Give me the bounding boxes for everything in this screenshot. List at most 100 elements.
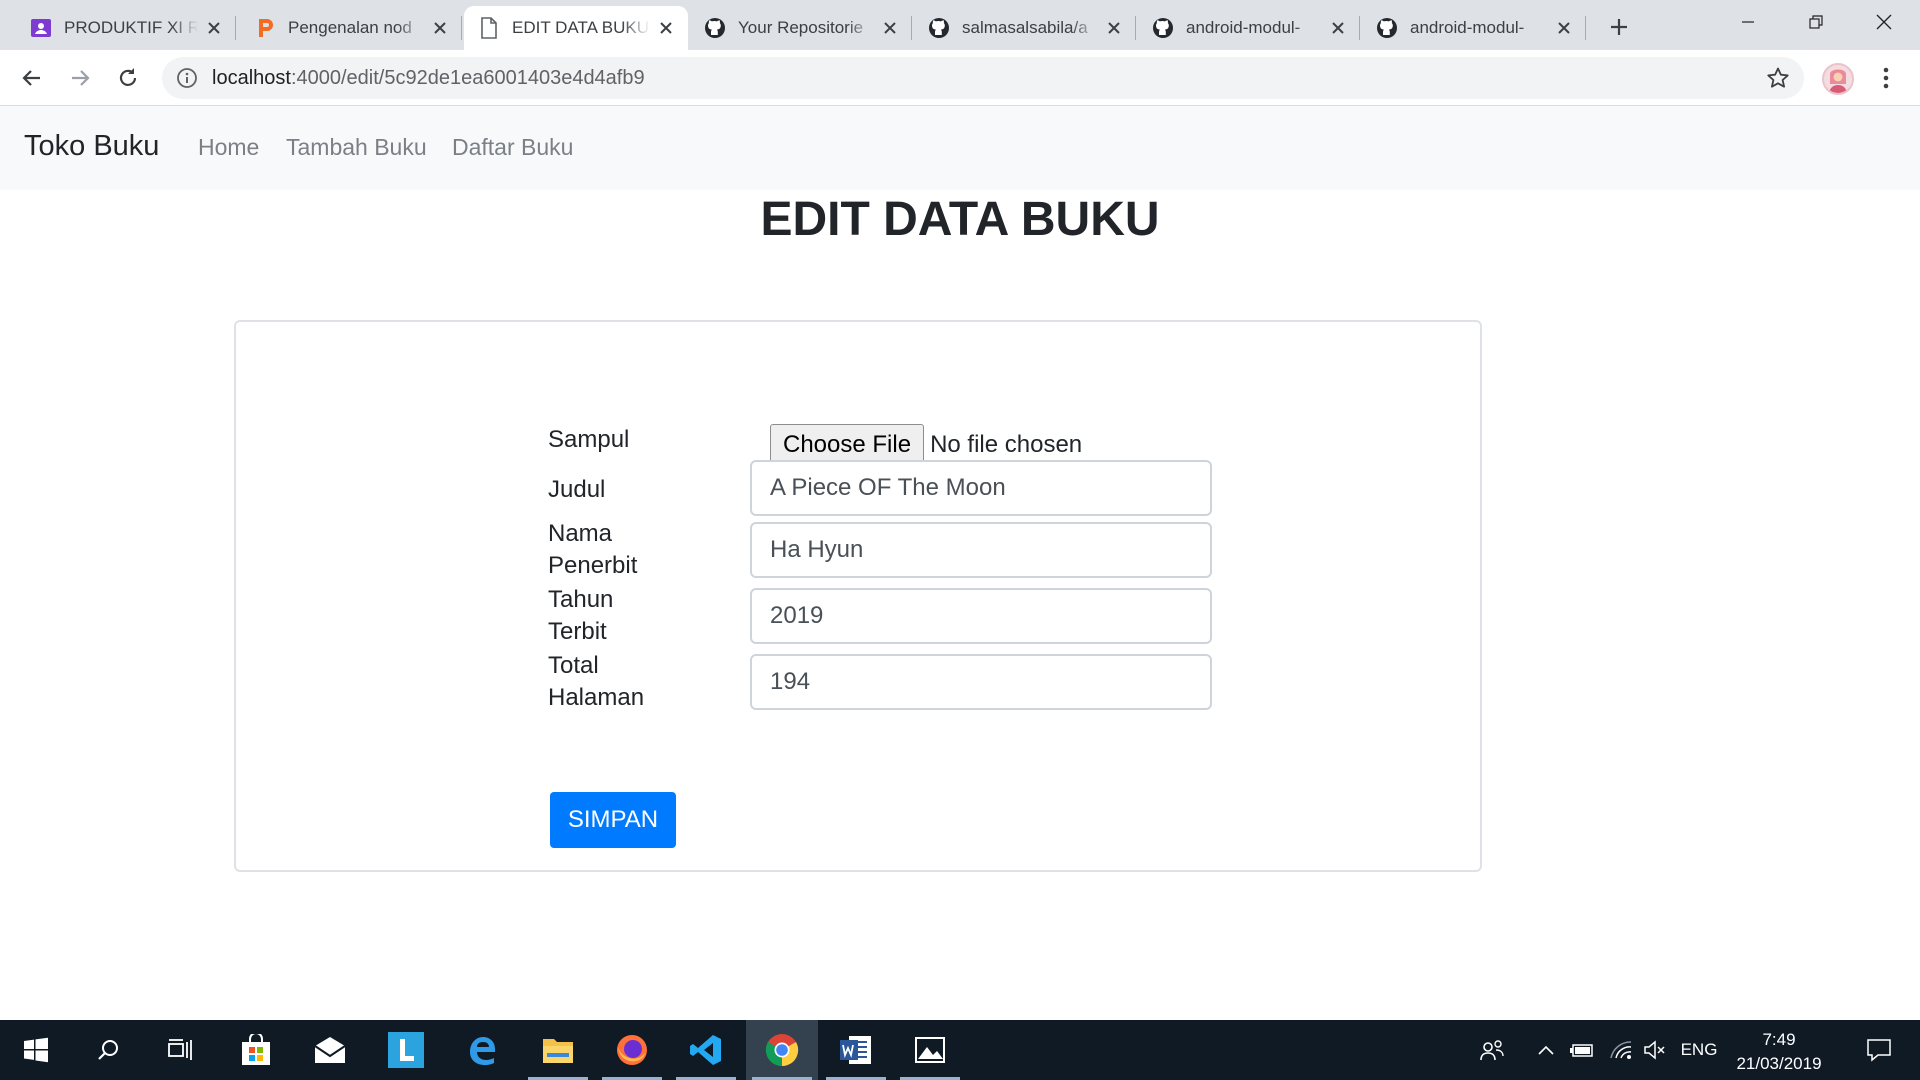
store-icon (242, 1034, 270, 1065)
github-icon (704, 17, 726, 39)
firefox-app[interactable] (596, 1020, 668, 1080)
firefox-icon (617, 1035, 647, 1065)
judul-label: Judul (548, 476, 606, 503)
more-vertical-icon (1883, 67, 1889, 89)
tab-title: EDIT DATA BUKU (512, 18, 649, 37)
plus-icon (1611, 19, 1627, 35)
arrow-right-icon (72, 70, 90, 86)
close-tab-icon[interactable] (656, 18, 676, 38)
store-app[interactable] (220, 1020, 292, 1080)
new-tab-button[interactable] (1604, 12, 1634, 42)
tab-pengenalan[interactable]: Pengenalan nod (240, 6, 462, 50)
battery-icon (1570, 1044, 1593, 1057)
l-app[interactable] (370, 1020, 442, 1080)
url-path: :4000/edit/5c92de1ea6001403e4d4afb9 (290, 67, 645, 89)
tab-salmasalsabila[interactable]: salmasalsabila/a (914, 6, 1136, 50)
judul-input[interactable]: A Piece OF The Moon (750, 460, 1212, 516)
vscode-app[interactable] (670, 1020, 742, 1080)
github-icon (1376, 17, 1398, 39)
edge-icon (470, 1037, 495, 1065)
system-clock[interactable]: 7:49 21/03/2019 (1724, 1028, 1834, 1076)
wifi-button[interactable] (1606, 1020, 1636, 1080)
brand-link[interactable]: Toko Buku (24, 130, 159, 163)
tab-title: Your Repositorie (738, 18, 864, 37)
tab-separator (911, 16, 912, 40)
browser-toolbar: localhost:4000/edit/5c92de1ea6001403e4d4… (0, 50, 1920, 106)
photos-app[interactable] (894, 1020, 966, 1080)
tab-separator (1585, 16, 1586, 40)
reload-button[interactable] (112, 62, 144, 94)
address-bar[interactable]: localhost:4000/edit/5c92de1ea6001403e4d4… (162, 57, 1804, 99)
nav-link-tambah-buku[interactable]: Tambah Buku (286, 134, 427, 161)
penerbit-label-line2: Penerbit (548, 552, 638, 579)
volume-muted-icon (1644, 1040, 1665, 1060)
tab-your-repositories[interactable]: Your Repositorie (690, 6, 912, 50)
forward-button[interactable] (64, 62, 96, 94)
tab-separator (1359, 16, 1360, 40)
github-icon (1152, 17, 1174, 39)
tab-separator (1135, 16, 1136, 40)
minimize-icon (1742, 21, 1754, 23)
tab-produktif[interactable]: PRODUKTIF XI R (16, 6, 236, 50)
search-icon (98, 1040, 118, 1060)
volume-button[interactable] (1640, 1020, 1670, 1080)
vscode-icon (690, 1035, 721, 1065)
restore-button[interactable] (1784, 0, 1848, 44)
mail-app[interactable] (294, 1020, 366, 1080)
close-tab-icon[interactable] (430, 18, 450, 38)
file-explorer-app[interactable] (522, 1020, 594, 1080)
close-tab-icon[interactable] (204, 18, 224, 38)
close-window-button[interactable] (1852, 0, 1916, 44)
tab-title: salmasalsabila/a (962, 18, 1088, 37)
edge-app[interactable] (446, 1020, 518, 1080)
halaman-label-line1: Total (548, 652, 599, 679)
page-title: EDIT DATA BUKU (760, 193, 1160, 246)
start-button[interactable] (0, 1020, 72, 1080)
task-view-icon (168, 1039, 192, 1060)
github-icon (928, 17, 950, 39)
task-view-button[interactable] (144, 1020, 216, 1080)
nav-link-home[interactable]: Home (198, 134, 259, 161)
back-button[interactable] (16, 62, 48, 94)
tab-title: Pengenalan nod (288, 18, 412, 37)
edit-form-card: Sampul Choose File No file chosen Judul … (234, 320, 1482, 872)
chevron-up-icon (1538, 1045, 1554, 1055)
tab-separator (461, 16, 462, 40)
menu-button[interactable] (1874, 64, 1898, 92)
close-tab-icon[interactable] (880, 18, 900, 38)
halaman-input[interactable]: 194 (750, 654, 1212, 710)
classroom-icon (30, 17, 52, 39)
halaman-label-line2: Halaman (548, 684, 645, 711)
show-hidden-icons-button[interactable] (1532, 1020, 1560, 1080)
nav-link-daftar-buku[interactable]: Daftar Buku (452, 134, 573, 161)
profile-avatar[interactable] (1822, 63, 1854, 95)
clock-time: 7:49 (1762, 1030, 1796, 1049)
action-center-button[interactable] (1854, 1020, 1904, 1080)
word-app[interactable] (820, 1020, 892, 1080)
document-icon (478, 17, 500, 39)
avatar-icon (1829, 69, 1847, 93)
minimize-button[interactable] (1716, 0, 1780, 44)
tab-edit-data-buku[interactable]: EDIT DATA BUKU (464, 6, 688, 50)
wifi-icon (1610, 1041, 1632, 1059)
close-tab-icon[interactable] (1104, 18, 1124, 38)
people-button[interactable] (1476, 1020, 1508, 1080)
penerbit-label-line1: Nama (548, 520, 613, 547)
penerbit-input[interactable]: Ha Hyun (750, 522, 1212, 578)
p-logo-icon (254, 17, 276, 39)
tahun-input[interactable]: 2019 (750, 588, 1212, 644)
bookmark-star-icon[interactable] (1766, 66, 1790, 90)
tab-android-modul-2[interactable]: android-modul- (1362, 6, 1586, 50)
language-indicator[interactable]: ENG (1676, 1020, 1722, 1080)
url-text[interactable]: localhost:4000/edit/5c92de1ea6001403e4d4… (212, 67, 645, 90)
chrome-app[interactable] (746, 1020, 818, 1080)
tab-android-modul-1[interactable]: android-modul- (1138, 6, 1360, 50)
search-button[interactable] (72, 1020, 144, 1080)
battery-button[interactable] (1566, 1020, 1598, 1080)
info-icon[interactable] (176, 67, 198, 89)
word-icon (840, 1036, 871, 1064)
close-tab-icon[interactable] (1554, 18, 1574, 38)
simpan-button[interactable]: SIMPAN (550, 792, 676, 848)
tahun-label-line2: Terbit (548, 618, 607, 645)
close-tab-icon[interactable] (1328, 18, 1348, 38)
